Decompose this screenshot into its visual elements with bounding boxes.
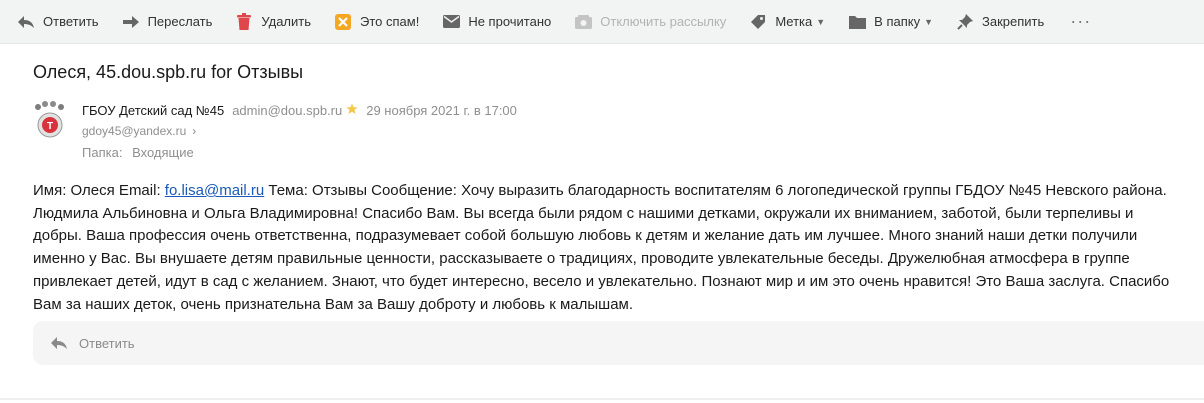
trash-icon xyxy=(234,12,254,32)
forward-button[interactable]: Переслать xyxy=(121,7,221,37)
message-date: 29 ноября 2021 г. в 17:00 xyxy=(366,103,517,118)
body-prefix: Имя: Олеся Email: xyxy=(33,182,165,199)
label-button[interactable]: Метка ▼ xyxy=(748,7,833,37)
email-link[interactable]: fo.lisa@mail.ru xyxy=(165,182,264,199)
mark-unread-button[interactable]: Не прочитано xyxy=(441,7,559,37)
spam-label: Это спам! xyxy=(360,14,420,29)
message-subject: Олеся, 45.dou.spb.ru for Отзывы xyxy=(33,62,304,82)
move-to-folder-button[interactable]: В папку ▼ xyxy=(847,7,941,37)
delete-label: Удалить xyxy=(261,14,312,29)
sender-name[interactable]: ГБОУ Детский сад №45 xyxy=(82,103,224,118)
reply-icon xyxy=(49,333,69,353)
more-icon: ··· xyxy=(1070,11,1092,31)
forward-icon xyxy=(121,12,141,32)
reply-icon xyxy=(16,12,36,32)
chevron-right-icon: › xyxy=(192,124,197,138)
reply-button[interactable]: Ответить xyxy=(16,7,107,37)
chevron-down-icon: ▼ xyxy=(816,16,826,27)
envelope-icon xyxy=(441,12,461,32)
quick-reply-box[interactable]: Ответить xyxy=(33,321,1204,365)
toolbar: Ответить Переслать Удалить Это спам! Не … xyxy=(0,0,1204,44)
pin-icon xyxy=(955,12,975,32)
pin-button[interactable]: Закрепить xyxy=(955,7,1052,37)
recipient-line[interactable]: gdoy45@yandex.ru › xyxy=(82,124,196,138)
reply-label: Ответить xyxy=(43,14,99,29)
folder-icon xyxy=(847,12,867,32)
tag-icon xyxy=(748,12,768,32)
sender-line: ГБОУ Детский сад №45 admin@dou.spb.ru 29… xyxy=(82,103,517,118)
delete-button[interactable]: Удалить xyxy=(234,7,319,37)
spam-button[interactable]: Это спам! xyxy=(333,7,427,37)
body-text: Тема: Отзывы Сообщение: Хочу выразить бл… xyxy=(33,182,1170,313)
sender-avatar[interactable]: T xyxy=(33,101,67,139)
unread-label: Не прочитано xyxy=(468,14,552,29)
more-button[interactable]: ··· xyxy=(1070,7,1099,37)
unsubscribe-button[interactable]: Отключить рассылку xyxy=(573,7,734,37)
spam-icon xyxy=(333,12,353,32)
unsubscribe-label: Отключить рассылку xyxy=(600,14,727,29)
divider xyxy=(0,398,1204,400)
recipient-email: gdoy45@yandex.ru xyxy=(82,124,187,138)
svg-text:T: T xyxy=(47,121,53,132)
quick-reply-label: Ответить xyxy=(79,335,135,351)
label-label: Метка xyxy=(775,14,813,29)
pin-label: Закрепить xyxy=(982,14,1045,29)
chevron-down-icon: ▼ xyxy=(924,16,934,27)
forward-label: Переслать xyxy=(147,14,213,29)
star-icon[interactable] xyxy=(346,103,358,118)
folder-line: Папка: Входящие xyxy=(82,145,200,160)
folder-name[interactable]: Входящие xyxy=(132,145,194,160)
sender-email[interactable]: admin@dou.spb.ru xyxy=(232,103,342,118)
message-body: Имя: Олеся Email: fo.lisa@mail.ru Тема: … xyxy=(33,180,1183,316)
unsubscribe-icon xyxy=(573,12,593,32)
folder-label: В папку xyxy=(874,14,921,29)
folder-caption: Папка: xyxy=(82,145,123,160)
